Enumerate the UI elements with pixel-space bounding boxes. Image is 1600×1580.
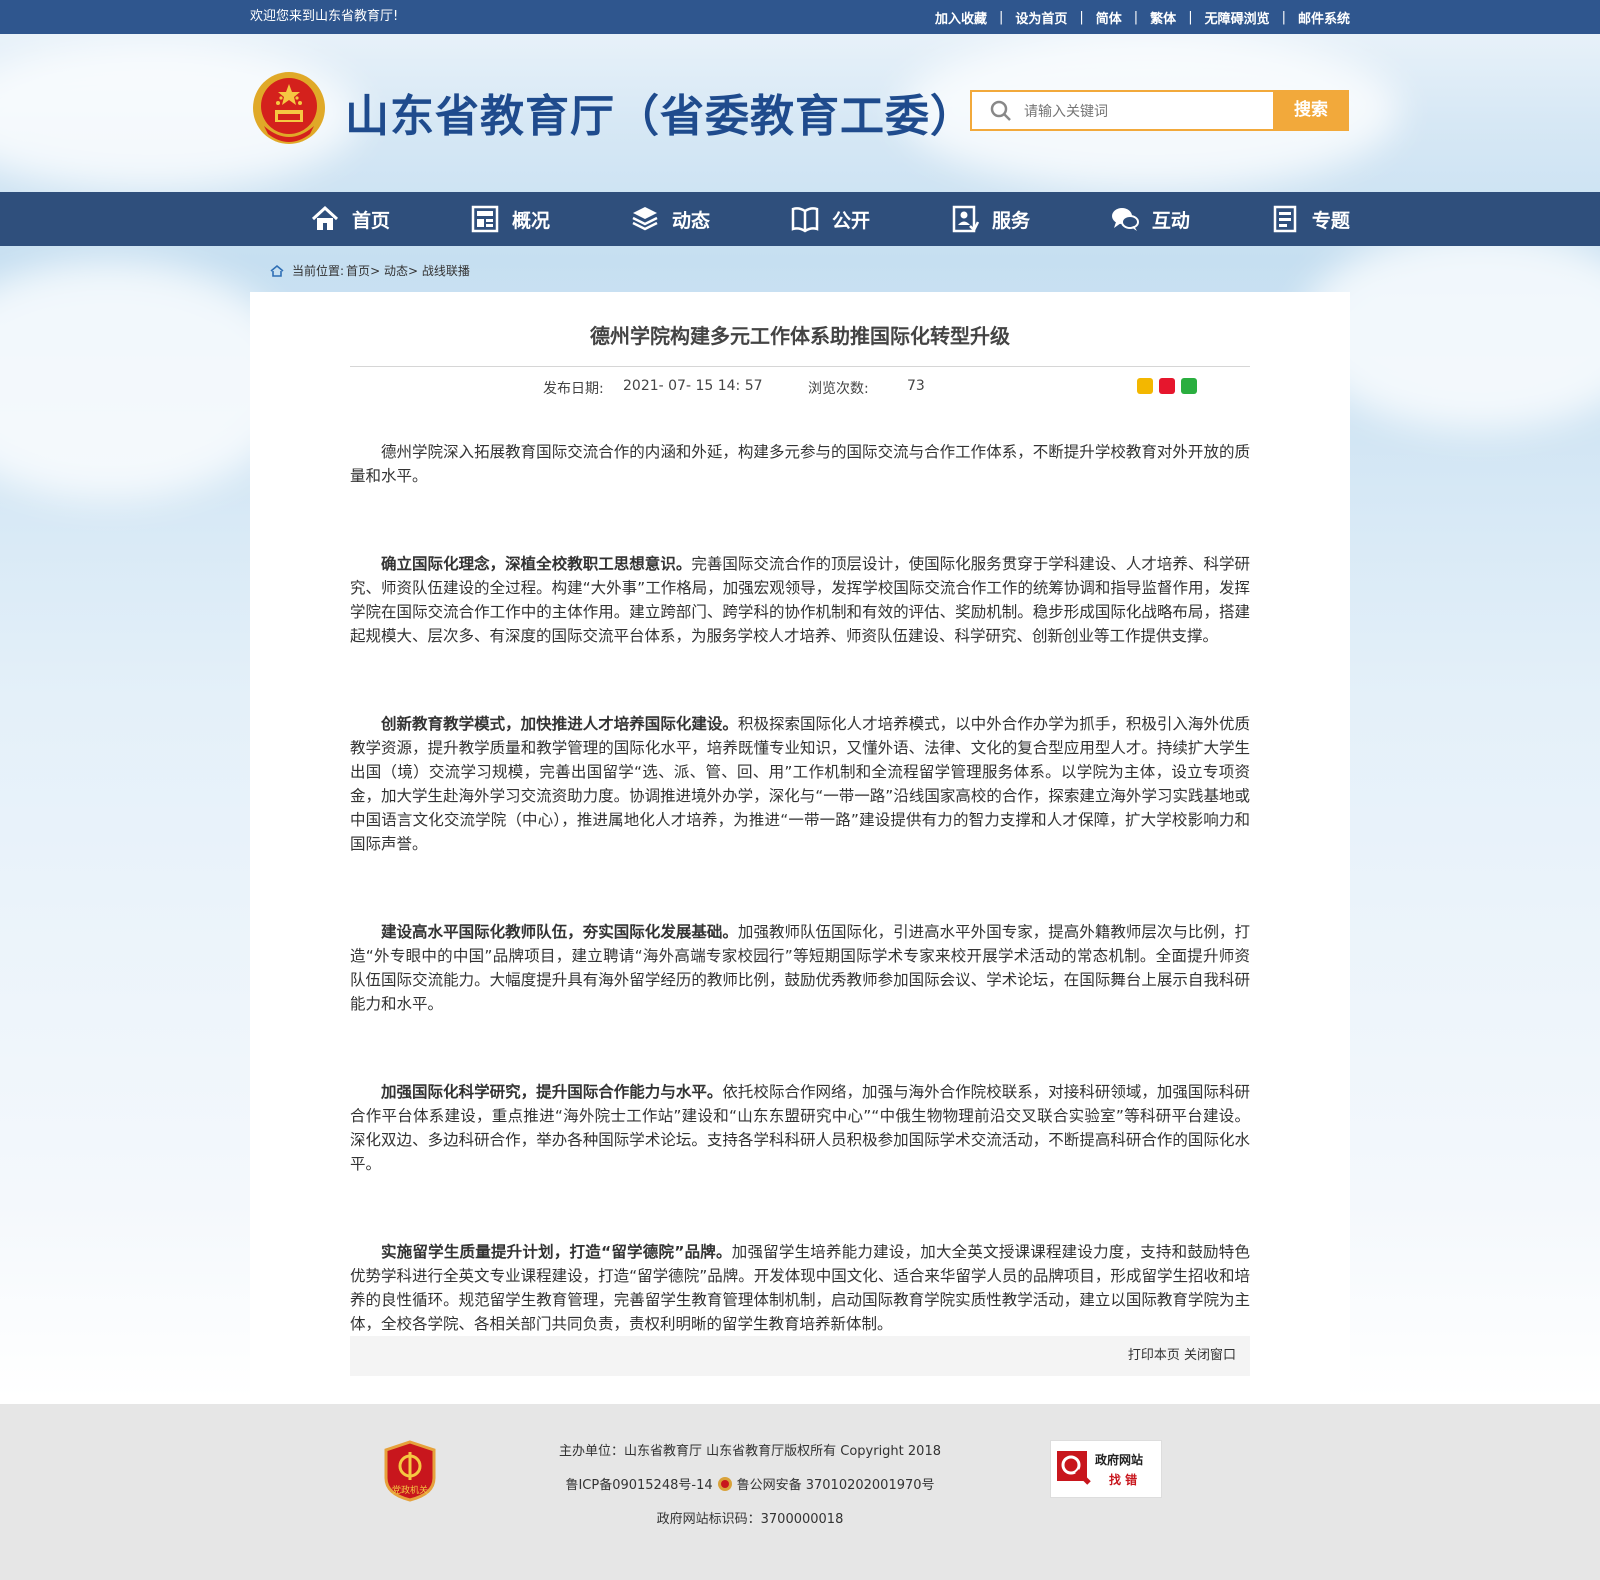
main-nav: 首页 概况 动态 公开 服务 互动 专题 [0,192,1600,246]
footer: 党政机关 主办单位：山东省教育厅 山东省教育厅版权所有 Copyright 20… [0,1404,1600,1580]
topic-icon [1273,205,1297,233]
nav-label: 互动 [1151,209,1190,232]
weibo-icon[interactable] [1159,378,1175,394]
police-record[interactable]: 鲁公网安备 37010202001970号 [737,1474,935,1493]
title-divider [350,366,1250,367]
qzone-icon[interactable] [1137,378,1153,394]
news-icon [632,207,658,231]
nav-label: 概况 [511,209,550,232]
paragraph: 创新教育教学模式，加快推进人才培养国际化建设。积极探索国际化人才培养模式，以中外… [350,715,1250,853]
nav-label: 专题 [1311,209,1350,232]
search-icon [990,100,1011,121]
home-icon [311,205,339,230]
article-tools: 打印本页 关闭窗口 [350,1336,1250,1376]
find-error-line1: 政府网站 [1095,1453,1144,1467]
breadcrumb: 当前位置: 首页 > 动态 > 战线联播 [270,262,470,279]
date-label: 发布日期: [543,381,604,397]
national-emblem [250,70,328,150]
article-body: 德州学院深入拓展教育国际交流合作的内涵和外延，构建多元参与的国际交流与合作工作体… [350,440,1250,1400]
breadcrumb-item-news[interactable]: 动态 [384,262,408,279]
simplified-chinese-link[interactable]: 简体 [1096,8,1122,27]
breadcrumb-item-current[interactable]: 战线联播 [422,262,470,279]
police-badge-icon [717,1476,732,1491]
footer-host: 主办单位：山东省教育厅 山东省教育厅版权所有 Copyright 2018 [558,1444,941,1459]
nav-item-overview[interactable]: 概况 [470,192,550,246]
article-title: 德州学院构建多元工作体系助推国际化转型升级 [590,324,1010,348]
view-count: 73 [907,378,925,394]
nav-item-public[interactable]: 公开 [790,192,870,246]
overview-icon [471,205,499,233]
add-favorite-link[interactable]: 加入收藏 [935,8,987,27]
views-label: 浏览次数: [808,381,869,397]
paragraph: 建设高水平国际化教师队伍，夯实国际化发展基础。加强教师队伍国际化，引进高水平外国… [350,923,1250,1013]
paragraph: 加强国际化科学研究，提升国际合作能力与水平。依托校际合作网络，加强与海外合作院校… [350,1083,1250,1173]
print-page-link[interactable]: 打印本页 [1128,1348,1180,1363]
footer-icp: 鲁ICP备09015248号-14 鲁公网安备 37010202001970号 [0,1474,1550,1493]
article-card: 德州学院构建多元工作体系助推国际化转型升级 发布日期: 2021- 07- 15… [250,292,1350,1404]
nav-item-interact[interactable]: 互动 [1110,192,1190,246]
search-input[interactable] [1022,92,1266,131]
paragraph: 德州学院深入拓展教育国际交流合作的内涵和外延，构建多元参与的国际交流与合作工作体… [350,443,1250,485]
publish-date: 2021- 07- 15 14: 57 [623,378,763,394]
mail-system-link[interactable]: 邮件系统 [1298,8,1350,27]
service-icon [952,205,980,233]
set-homepage-link[interactable]: 设为首页 [1015,8,1067,27]
chat-icon [1111,208,1139,231]
search-box [970,90,1276,131]
find-error-line2: 找 错 [1109,1473,1138,1487]
search-button[interactable]: 搜索 [1273,90,1349,131]
paragraph: 实施留学生质量提升计划，打造“留学德院”品牌。加强留学生培养能力建设，加大全英文… [350,1243,1250,1333]
accessibility-link[interactable]: 无障碍浏览 [1205,8,1270,27]
top-links: 加入收藏 | 设为首页 | 简体 | 繁体 | 无障碍浏览 | 邮件系统 [934,8,1350,27]
magnifier-icon [1057,1451,1091,1485]
top-bar: 欢迎您来到山东省教育厅! 加入收藏 | 设为首页 | 简体 | 繁体 | 无障碍… [0,0,1600,34]
traditional-chinese-link[interactable]: 繁体 [1150,8,1176,27]
nav-label: 公开 [831,209,870,232]
nav-item-service[interactable]: 服务 [950,192,1030,246]
breadcrumb-item-home[interactable]: 首页 [346,262,370,279]
paragraph: 确立国际化理念，深植全校教职工思想意识。完善国际交流合作的顶层设计，使国际化服务… [350,555,1250,645]
site-title: 山东省教育厅（省委教育工委） [345,91,975,142]
book-icon [791,207,819,233]
breadcrumb-label: 当前位置: [292,264,345,278]
nav-item-topic[interactable]: 专题 [1270,192,1350,246]
wechat-icon[interactable] [1181,378,1197,394]
nav-item-home[interactable]: 首页 [310,192,390,246]
close-window-link[interactable]: 关闭窗口 [1184,1348,1236,1363]
icp-number[interactable]: 鲁ICP备09015248号-14 [565,1474,712,1493]
find-error-button[interactable]: 政府网站 找 错 [1050,1440,1162,1498]
nav-label: 服务 [991,209,1030,232]
welcome-text: 欢迎您来到山东省教育厅! [250,9,399,24]
nav-label: 动态 [671,209,710,232]
nav-item-news[interactable]: 动态 [630,192,710,246]
nav-label: 首页 [352,209,391,232]
share-icons [1137,378,1203,394]
site-code: 政府网站标识码：3700000018 [656,1512,844,1527]
home-icon [270,264,284,277]
search-bar: 搜索 [970,90,1349,131]
